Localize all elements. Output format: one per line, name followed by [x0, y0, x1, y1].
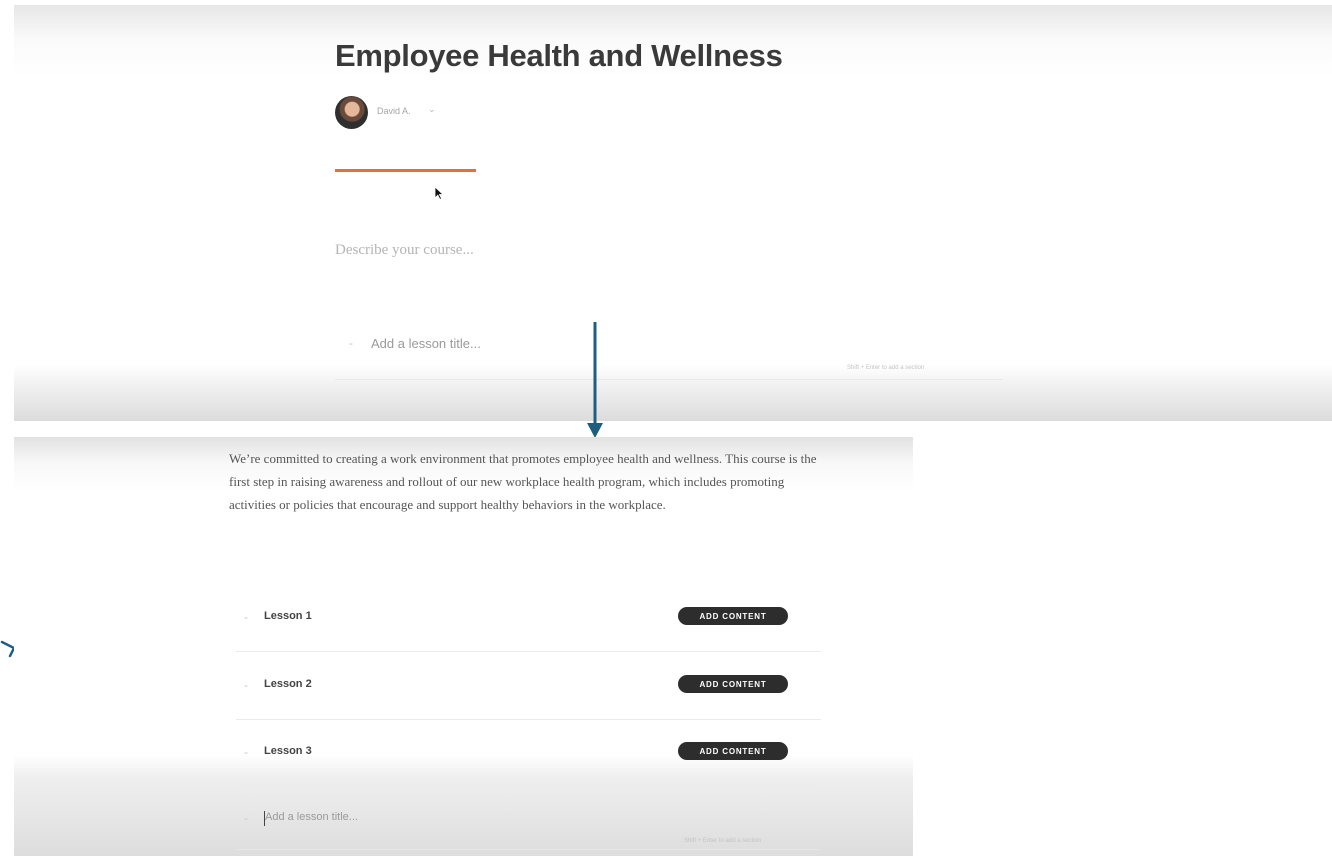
lesson-divider — [236, 786, 821, 787]
lesson-title[interactable]: Lesson 3 — [264, 745, 312, 757]
lesson-bullet-icon: - — [244, 811, 248, 825]
lesson-divider — [236, 849, 821, 850]
add-content-button[interactable]: ADD CONTENT — [678, 742, 788, 760]
course-editor-top-panel: Employee Health and Wellness David A. ⌄ … — [14, 5, 1332, 421]
lesson-bullet-icon: - — [244, 745, 248, 759]
course-description-input[interactable]: Describe your course... — [335, 242, 474, 259]
lesson-bullet-icon: - — [244, 610, 248, 624]
mouse-cursor-icon — [434, 186, 444, 200]
lesson-divider — [236, 651, 821, 652]
down-arrow-icon — [587, 322, 603, 438]
lesson-divider — [236, 719, 821, 720]
add-lesson-title-input[interactable]: Add a lesson title... — [265, 811, 358, 823]
lesson-bullet-icon: - — [244, 678, 248, 692]
lesson-divider — [335, 379, 1003, 380]
title-focus-underline — [335, 169, 476, 172]
lesson-bullet-icon: - — [349, 336, 353, 350]
author-name[interactable]: David A. — [377, 106, 411, 116]
add-section-hint: Shift + Enter to add a section — [847, 365, 925, 371]
course-description-text[interactable]: We’re committed to creating a work envir… — [229, 447, 829, 516]
add-content-button[interactable]: ADD CONTENT — [678, 675, 788, 693]
lesson-row[interactable]: - Lesson 3 ADD CONTENT — [236, 742, 821, 813]
lesson-title[interactable]: Lesson 2 — [264, 678, 312, 690]
course-editor-bottom-panel: We’re committed to creating a work envir… — [14, 437, 913, 856]
chevron-down-icon[interactable]: ⌄ — [428, 104, 436, 115]
add-lesson-title-input[interactable]: Add a lesson title... — [371, 336, 481, 351]
lesson-row[interactable]: - Lesson 1 ADD CONTENT — [236, 607, 821, 678]
add-section-hint: Shift + Enter to add a section — [684, 838, 762, 844]
add-content-button[interactable]: ADD CONTENT — [678, 607, 788, 625]
lesson-title[interactable]: Lesson 1 — [264, 610, 312, 622]
course-title[interactable]: Employee Health and Wellness — [335, 38, 783, 74]
author-avatar[interactable] — [335, 96, 368, 129]
lesson-row[interactable]: - Lesson 2 ADD CONTENT — [236, 675, 821, 746]
